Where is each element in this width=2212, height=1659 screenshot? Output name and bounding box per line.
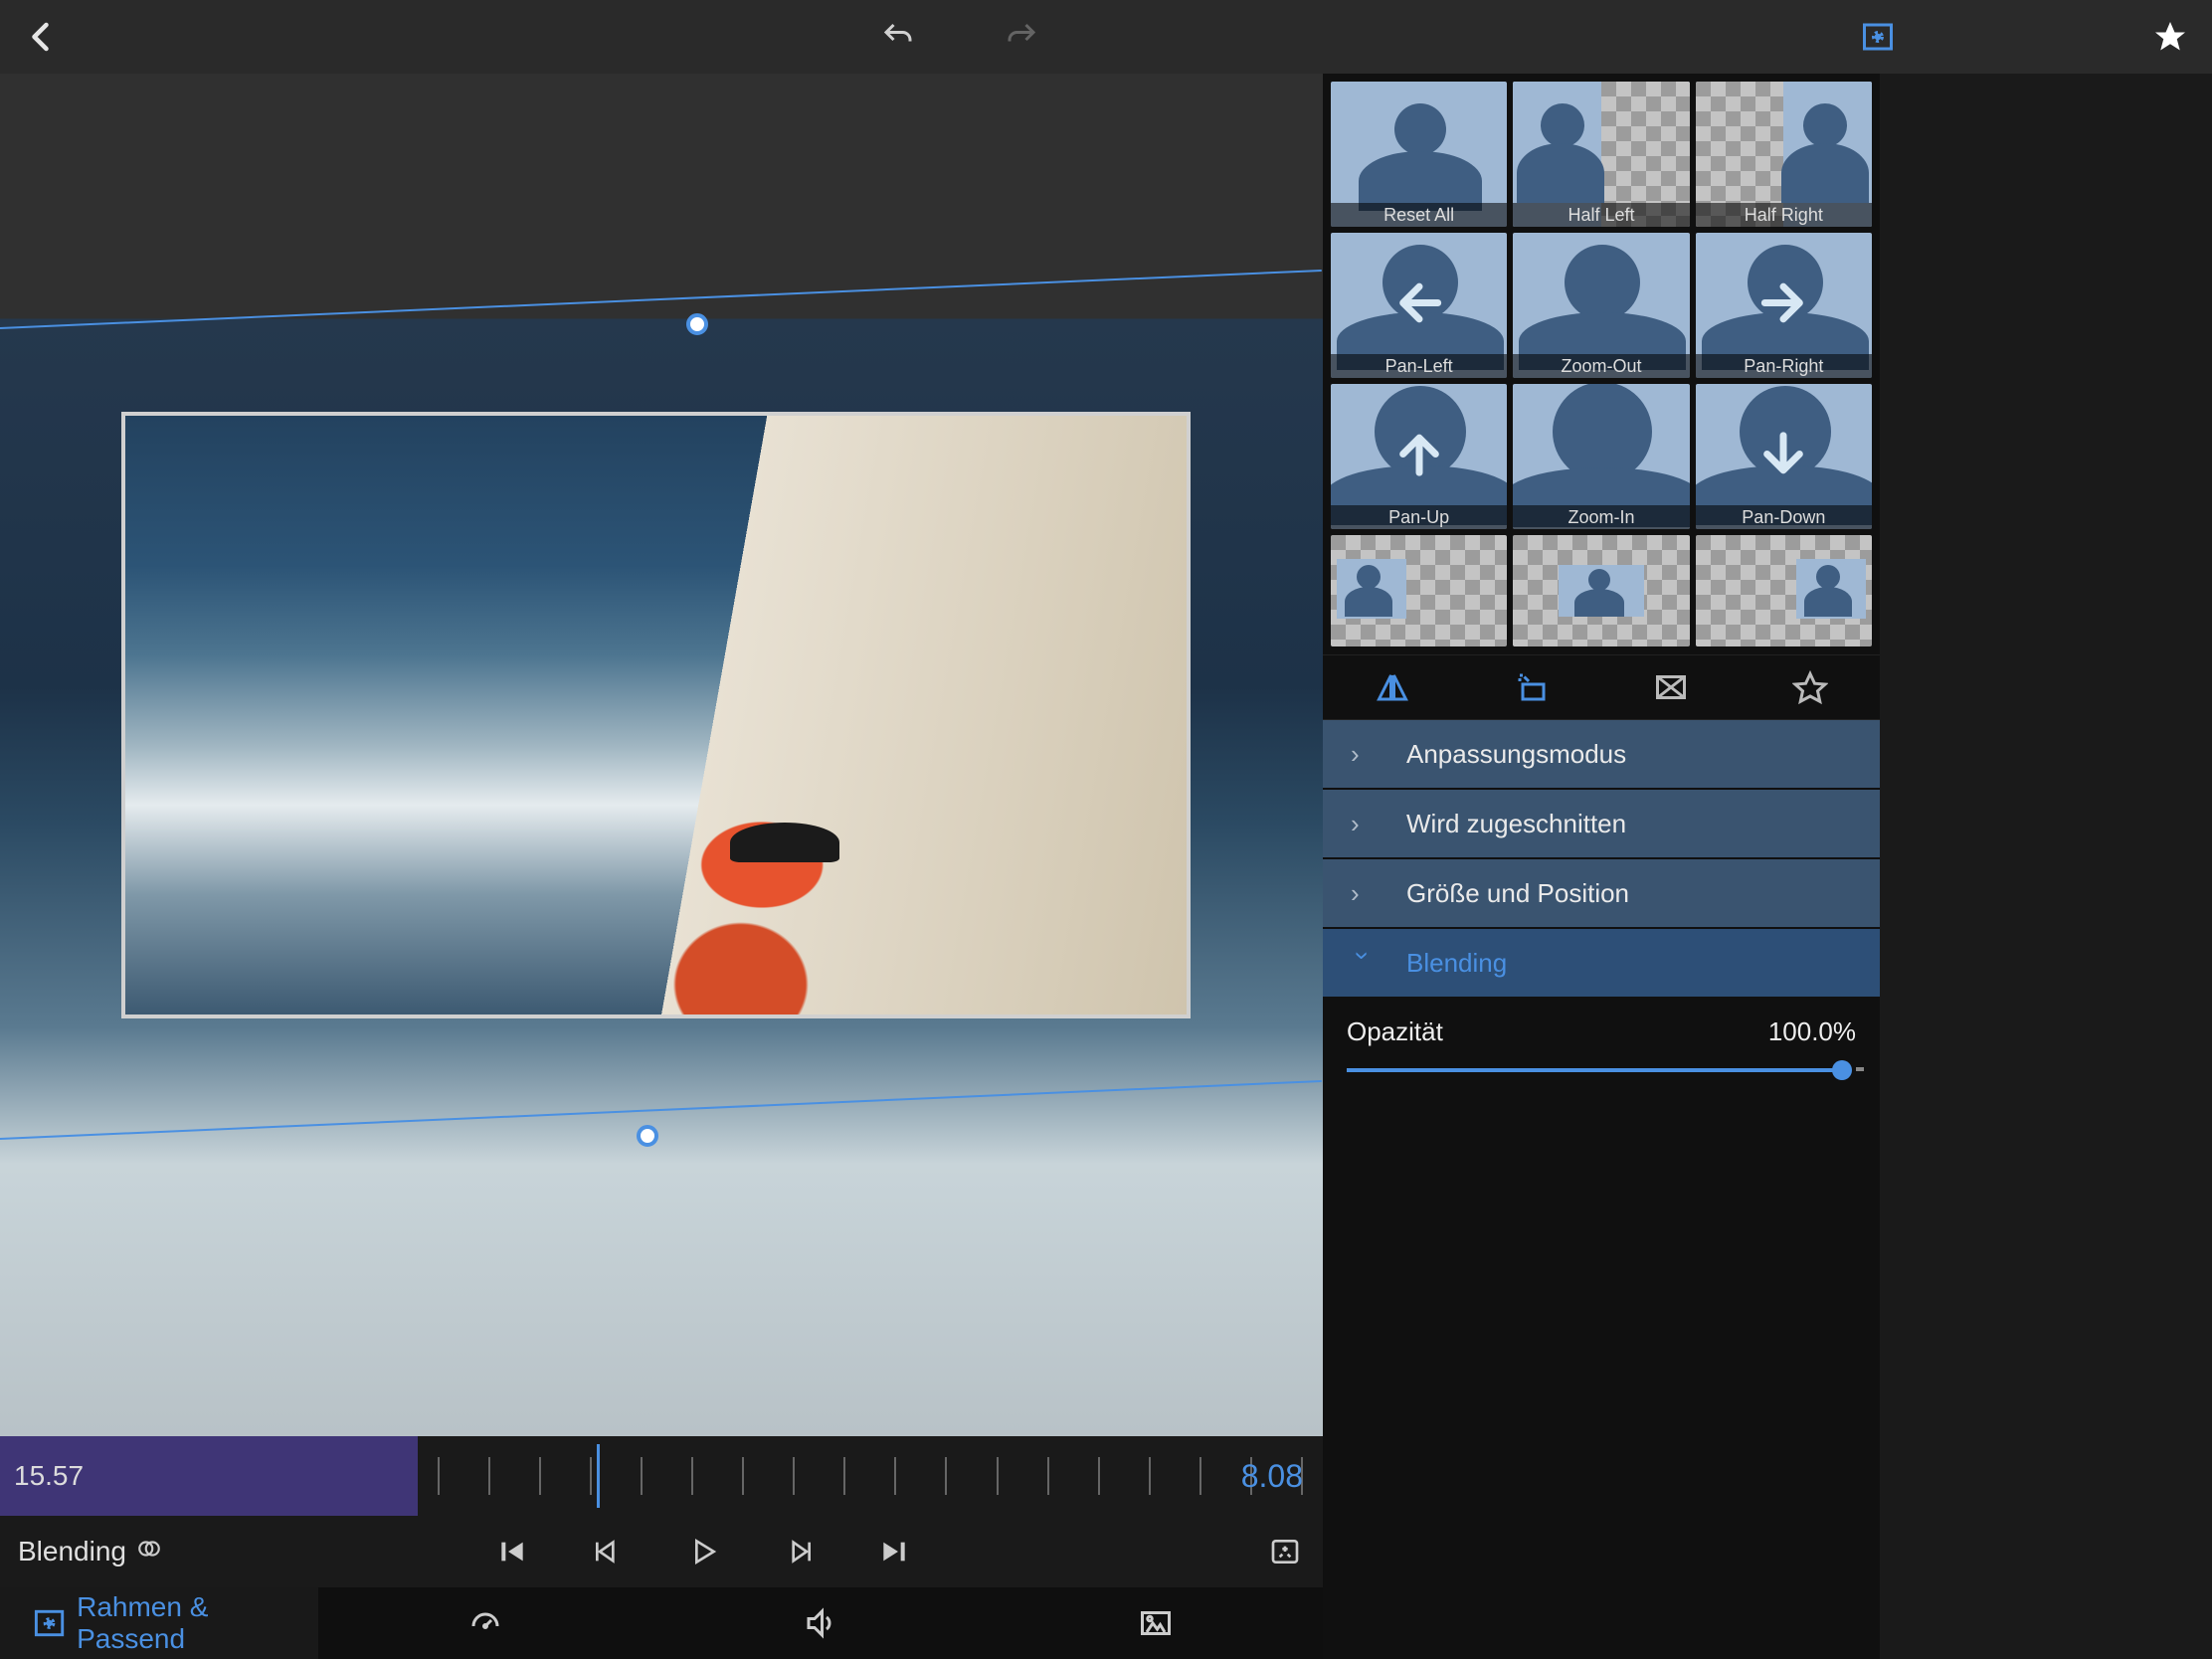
preset-zoom-in[interactable]: Zoom-In [1513, 384, 1689, 529]
tab-audio[interactable] [653, 1587, 989, 1659]
arrow-down-icon [1755, 427, 1811, 487]
crop-frame[interactable] [121, 412, 1191, 1018]
play-icon[interactable] [683, 1532, 723, 1571]
preset-pan-down[interactable]: Pan-Down [1696, 384, 1872, 529]
timeline-ruler[interactable]: 8.08 [418, 1436, 1323, 1516]
transform-handle-top[interactable] [686, 313, 708, 335]
tab-effects[interactable] [988, 1587, 1323, 1659]
playhead[interactable] [597, 1444, 600, 1508]
mirror-icon[interactable] [1371, 665, 1414, 709]
preset-pan-up[interactable]: Pan-Up [1331, 384, 1507, 529]
arrow-up-icon [1391, 427, 1447, 487]
main-row: 15.57 8.08 Blending [0, 74, 2212, 1659]
preset-small-center[interactable] [1513, 535, 1689, 646]
tab-speed[interactable] [318, 1587, 653, 1659]
mode-label: Blending [18, 1536, 162, 1568]
sub-toolbar [1323, 654, 1880, 720]
crop-transform-icon[interactable] [1510, 665, 1554, 709]
undo-icon[interactable] [876, 15, 920, 59]
slider-end-mark [1856, 1067, 1864, 1071]
timeline-clip[interactable]: 15.57 [0, 1436, 418, 1516]
timeline-ticks [418, 1436, 1323, 1516]
step-forward-icon[interactable] [779, 1532, 819, 1571]
favorite-preset-icon[interactable] [1788, 665, 1832, 709]
clip-time-label: 15.57 [14, 1460, 84, 1492]
top-toolbar [0, 0, 2212, 74]
preset-zoom-out[interactable]: Zoom-Out [1513, 233, 1689, 378]
tab-frame-fit-label: Rahmen & Passend [77, 1591, 318, 1655]
fit-screen-icon[interactable] [1649, 665, 1693, 709]
side-panel: Reset All Half Left Half Right Pan-Left [1323, 74, 1880, 1659]
app-root: 15.57 8.08 Blending [0, 0, 2212, 1659]
blending-badge-icon [136, 1536, 162, 1568]
preset-half-right[interactable]: Half Right [1696, 82, 1872, 227]
snapshot-icon[interactable] [1265, 1532, 1305, 1571]
timeline-remaining: 8.08 [1241, 1458, 1303, 1495]
redo-icon[interactable] [1000, 15, 1043, 59]
opacity-label: Opazität [1347, 1016, 1443, 1047]
opacity-value: 100.0% [1768, 1016, 1856, 1047]
skip-start-icon[interactable] [492, 1532, 532, 1571]
preview-column: 15.57 8.08 Blending [0, 74, 1323, 1659]
preset-reset-all[interactable]: Reset All [1331, 82, 1507, 227]
opacity-slider[interactable] [1347, 1061, 1856, 1079]
accordion-anpassungsmodus[interactable]: › Anpassungsmodus [1323, 720, 1880, 790]
back-icon[interactable] [20, 15, 64, 59]
preview-area[interactable] [0, 74, 1323, 1436]
preset-pan-left[interactable]: Pan-Left [1331, 233, 1507, 378]
opacity-section: Opazität 100.0% [1323, 999, 1880, 1089]
arrow-left-icon [1391, 276, 1447, 336]
preset-small-left[interactable] [1331, 535, 1507, 646]
play-controls: Blending [0, 1516, 1323, 1587]
star-icon[interactable] [2148, 15, 2192, 59]
arrow-right-icon [1755, 276, 1811, 336]
accordion-groesse-position[interactable]: › Größe und Position [1323, 859, 1880, 929]
chevron-right-icon: › [1351, 809, 1375, 839]
chevron-right-icon: › [1351, 878, 1375, 909]
tab-frame-fit[interactable]: Rahmen & Passend [0, 1587, 318, 1659]
accordion-blending[interactable]: › Blending [1323, 929, 1880, 999]
bottom-tabs: Rahmen & Passend [0, 1587, 1323, 1659]
slider-track [1347, 1068, 1844, 1072]
skip-end-icon[interactable] [874, 1532, 914, 1571]
timeline[interactable]: 15.57 8.08 [0, 1436, 1323, 1516]
transform-handle-bottom[interactable] [637, 1125, 658, 1147]
chevron-down-icon: › [1348, 951, 1379, 975]
video-frame-detail [730, 823, 839, 862]
video-frame-content [125, 416, 1187, 1014]
accordion: › Anpassungsmodus › Wird zugeschnitten ›… [1323, 720, 1880, 999]
preset-grid: Reset All Half Left Half Right Pan-Left [1323, 74, 1880, 654]
slider-thumb[interactable] [1832, 1060, 1852, 1080]
step-back-icon[interactable] [588, 1532, 628, 1571]
accordion-wird-zugeschnitten[interactable]: › Wird zugeschnitten [1323, 790, 1880, 859]
preset-half-left[interactable]: Half Left [1513, 82, 1689, 227]
preset-small-right[interactable] [1696, 535, 1872, 646]
chevron-right-icon: › [1351, 739, 1375, 770]
frame-fit-icon[interactable] [1856, 15, 1900, 59]
preset-pan-right[interactable]: Pan-Right [1696, 233, 1872, 378]
